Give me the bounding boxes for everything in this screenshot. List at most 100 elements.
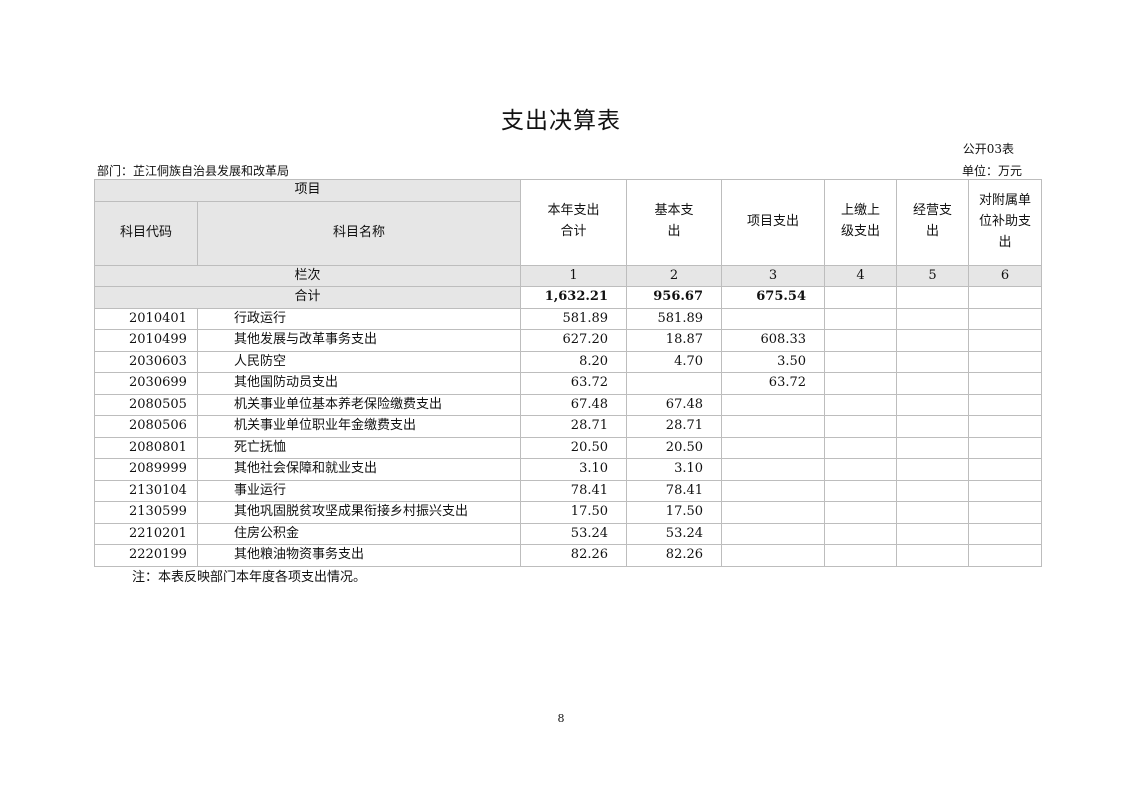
header-code: 科目代码	[94, 200, 198, 266]
project-amount	[721, 544, 826, 567]
basic-amount: 956.67	[626, 286, 723, 309]
column-number: 4	[824, 264, 898, 287]
project-amount: 608.33	[721, 329, 826, 352]
subsidy-amount	[968, 350, 1043, 373]
upper-amount	[824, 372, 898, 395]
table-row: 2030603 人民防空 8.20 4.70 3.50	[94, 350, 1043, 373]
upper-amount	[824, 393, 898, 416]
table-row: 2089999 其他社会保障和就业支出 3.10 3.10	[94, 458, 1043, 481]
total-amount: 1,632.21	[520, 286, 628, 309]
expenditure-table: 项目 本年支出合计 基本支出 项目支出 上缴上级支出 经营支出 对附属单位补助支…	[93, 179, 1043, 567]
business-amount	[896, 350, 970, 373]
table-row: 2130599 其他巩固脱贫攻坚成果衔接乡村振兴支出 17.50 17.50	[94, 501, 1043, 524]
business-amount	[896, 307, 970, 330]
subsidy-amount	[968, 329, 1043, 352]
subject-name: 其他社会保障和就业支出	[196, 458, 522, 481]
unit-label: 单位：万元	[961, 164, 1022, 178]
basic-amount	[626, 372, 723, 395]
subsidy-amount	[968, 372, 1043, 395]
basic-amount: 82.26	[626, 544, 723, 567]
basic-amount: 4.70	[626, 350, 723, 373]
header-item: 项目	[93, 179, 522, 202]
total-amount: 20.50	[520, 436, 628, 459]
project-amount: 3.50	[721, 350, 826, 373]
project-amount	[721, 522, 826, 545]
header-total: 本年支出合计	[520, 179, 628, 266]
upper-amount	[824, 522, 898, 545]
header-subsidy: 对附属单位补助支出	[968, 179, 1043, 266]
upper-amount	[824, 350, 898, 373]
business-amount	[896, 372, 970, 395]
project-amount	[721, 436, 826, 459]
table-row: 2080801 死亡抚恤 20.50 20.50	[94, 436, 1043, 459]
business-amount	[896, 458, 970, 481]
subject-name: 事业运行	[196, 479, 522, 502]
department-label: 部门：芷江侗族自治县发展和改革局	[97, 164, 290, 178]
subject-code: 2080801	[94, 436, 198, 459]
project-amount	[721, 415, 826, 438]
upper-amount	[824, 436, 898, 459]
subject-code: 2010401	[94, 307, 198, 330]
subject-name: 其他巩固脱贫攻坚成果衔接乡村振兴支出	[196, 501, 522, 524]
subsidy-amount	[968, 286, 1043, 309]
subject-code: 2010499	[94, 329, 198, 352]
table-row: 2080506 机关事业单位职业年金缴费支出 28.71 28.71	[94, 415, 1043, 438]
basic-amount: 18.87	[626, 329, 723, 352]
project-amount: 675.54	[721, 286, 826, 309]
subject-name: 其他国防动员支出	[196, 372, 522, 395]
total-amount: 82.26	[520, 544, 628, 567]
business-amount	[896, 286, 970, 309]
business-amount	[896, 436, 970, 459]
business-amount	[896, 415, 970, 438]
business-amount	[896, 393, 970, 416]
subject-code: 2030603	[94, 350, 198, 373]
business-amount	[896, 544, 970, 567]
upper-amount	[824, 307, 898, 330]
header-project: 项目支出	[721, 179, 826, 266]
page-number: 8	[557, 712, 565, 725]
total-amount: 53.24	[520, 522, 628, 545]
table-row: 2010499 其他发展与改革事务支出 627.20 18.87 608.33	[94, 329, 1043, 352]
basic-amount: 28.71	[626, 415, 723, 438]
basic-amount: 20.50	[626, 436, 723, 459]
subsidy-amount	[968, 501, 1043, 524]
basic-amount: 3.10	[626, 458, 723, 481]
table-row: 2030699 其他国防动员支出 63.72 63.72	[94, 372, 1043, 395]
total-row: 合计 1,632.21 956.67 675.54	[93, 286, 1043, 309]
column-number: 3	[721, 264, 826, 287]
basic-amount: 17.50	[626, 501, 723, 524]
subject-name: 机关事业单位职业年金缴费支出	[196, 415, 522, 438]
total-amount: 67.48	[520, 393, 628, 416]
total-amount: 28.71	[520, 415, 628, 438]
business-amount	[896, 479, 970, 502]
basic-amount: 78.41	[626, 479, 723, 502]
project-amount	[721, 458, 826, 481]
upper-amount	[824, 286, 898, 309]
table-row: 2080505 机关事业单位基本养老保险缴费支出 67.48 67.48	[94, 393, 1043, 416]
subsidy-amount	[968, 458, 1043, 481]
column-number: 1	[520, 264, 628, 287]
subject-code: 2210201	[94, 522, 198, 545]
table-number: 公开03表	[962, 142, 1014, 156]
subject-code: 2080506	[94, 415, 198, 438]
subject-name: 人民防空	[196, 350, 522, 373]
total-amount: 78.41	[520, 479, 628, 502]
basic-amount: 581.89	[626, 307, 723, 330]
subsidy-amount	[968, 415, 1043, 438]
total-amount: 3.10	[520, 458, 628, 481]
header-basic: 基本支出	[626, 179, 723, 266]
total-amount: 627.20	[520, 329, 628, 352]
subject-name: 住房公积金	[196, 522, 522, 545]
subject-code: 2089999	[94, 458, 198, 481]
upper-amount	[824, 458, 898, 481]
upper-amount	[824, 415, 898, 438]
subsidy-amount	[968, 522, 1043, 545]
table-note: 注：本表反映部门本年度各项支出情况。	[132, 570, 367, 585]
subject-name: 死亡抚恤	[196, 436, 522, 459]
upper-amount	[824, 501, 898, 524]
total-amount: 17.50	[520, 501, 628, 524]
business-amount	[896, 329, 970, 352]
table-row: 2220199 其他粮油物资事务支出 82.26 82.26	[94, 544, 1043, 567]
header-upper: 上缴上级支出	[824, 179, 898, 266]
subsidy-amount	[968, 479, 1043, 502]
